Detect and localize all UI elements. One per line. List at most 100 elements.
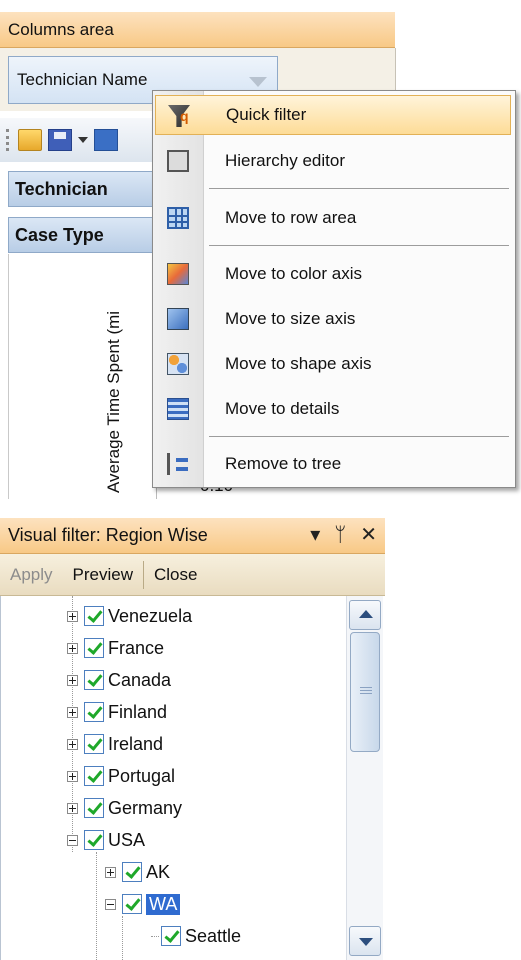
visual-filter-title-bar: Visual filter: Region Wise ▾ ᛘ ✕ xyxy=(0,518,385,554)
node-checkbox[interactable] xyxy=(122,894,142,914)
grip-icon xyxy=(360,687,372,696)
menu-item-move-to-details[interactable]: Move to details xyxy=(155,389,511,429)
chart-toolbar xyxy=(0,118,160,162)
tree-node-france[interactable]: France xyxy=(67,632,164,664)
row-field-label: Case Type xyxy=(15,224,104,245)
expand-icon[interactable] xyxy=(67,706,78,718)
details-icon xyxy=(167,398,189,420)
menu-item-move-to-row-area[interactable]: Move to row area xyxy=(155,198,511,238)
expand-icon[interactable] xyxy=(67,738,78,750)
node-label: France xyxy=(108,637,165,658)
size-axis-icon xyxy=(167,308,189,330)
node-label: Germany xyxy=(108,797,183,818)
expand-icon[interactable] xyxy=(67,610,78,622)
chevron-down-icon[interactable]: ▾ xyxy=(310,524,320,546)
visual-filter-toolbar: Apply Preview Close xyxy=(0,554,385,596)
row-area-icon xyxy=(167,207,189,229)
vertical-scrollbar[interactable] xyxy=(346,596,383,960)
node-label: Portugal xyxy=(108,765,176,786)
tree-connector xyxy=(151,935,159,937)
tree-node-usa[interactable]: USA xyxy=(67,824,145,856)
tree-node-venezuela[interactable]: Venezuela xyxy=(67,600,192,632)
scroll-up-button[interactable] xyxy=(349,600,381,630)
tree-node-wa[interactable]: WA xyxy=(105,888,181,920)
expand-icon[interactable] xyxy=(67,674,78,686)
quick-filter-q-icon: q xyxy=(180,108,189,124)
open-folder-icon[interactable] xyxy=(18,129,42,151)
chevron-down-icon xyxy=(359,938,373,946)
toolbar-grip[interactable] xyxy=(6,129,12,151)
tree-node-canada[interactable]: Canada xyxy=(67,664,171,696)
expand-icon[interactable] xyxy=(67,802,78,814)
node-label: Seattle xyxy=(185,925,242,946)
menu-separator xyxy=(209,436,509,437)
node-checkbox[interactable] xyxy=(122,862,142,882)
node-checkbox[interactable] xyxy=(161,926,181,946)
dropdown-arrow-icon[interactable] xyxy=(249,77,267,87)
tree-node-finland[interactable]: Finland xyxy=(67,696,167,728)
node-checkbox[interactable] xyxy=(84,798,104,818)
node-label: AK xyxy=(146,861,171,882)
node-label: Ireland xyxy=(108,733,164,754)
menu-item-label: Quick filter xyxy=(226,105,307,124)
menu-item-remove-to-tree[interactable]: Remove to tree xyxy=(155,444,511,484)
node-label: Canada xyxy=(108,669,172,690)
node-label: Venezuela xyxy=(108,605,193,626)
visual-filter-title: Visual filter: Region Wise xyxy=(8,525,208,545)
menu-item-label: Remove to tree xyxy=(225,454,342,473)
tree-node-ak[interactable]: AK xyxy=(105,856,170,888)
menu-item-label: Hierarchy editor xyxy=(225,151,345,170)
menu-item-label: Move to details xyxy=(225,399,340,418)
node-checkbox[interactable] xyxy=(84,734,104,754)
menu-separator xyxy=(209,188,509,189)
menu-item-move-to-shape-axis[interactable]: Move to shape axis xyxy=(155,344,511,384)
menu-separator xyxy=(209,245,509,246)
grid-icon[interactable] xyxy=(94,129,118,151)
columns-area-header: Columns area xyxy=(0,12,395,48)
tree-node-portugal[interactable]: Portugal xyxy=(67,760,175,792)
pin-icon[interactable]: ᛘ xyxy=(334,524,346,546)
hierarchy-editor-icon xyxy=(167,150,189,172)
tree-node-ireland[interactable]: Ireland xyxy=(67,728,163,760)
save-icon[interactable] xyxy=(48,129,72,151)
node-checkbox[interactable] xyxy=(84,766,104,786)
row-field-label: Technician xyxy=(15,178,108,199)
tree-icon xyxy=(167,453,189,475)
menu-item-hierarchy-editor[interactable]: Hierarchy editor xyxy=(155,141,511,181)
tree-guide-line xyxy=(96,852,97,960)
chevron-up-icon xyxy=(359,610,373,618)
scroll-down-button[interactable] xyxy=(349,926,381,956)
node-checkbox[interactable] xyxy=(84,670,104,690)
node-label: Finland xyxy=(108,701,168,722)
node-checkbox[interactable] xyxy=(84,702,104,722)
save-dropdown-arrow-icon[interactable] xyxy=(78,137,88,143)
menu-item-quick-filter[interactable]: q Quick filter xyxy=(155,95,511,135)
expand-icon[interactable] xyxy=(105,866,116,878)
menu-item-label: Move to shape axis xyxy=(225,354,372,373)
expand-icon[interactable] xyxy=(67,770,78,782)
close-button[interactable]: Close xyxy=(144,554,207,595)
node-checkbox[interactable] xyxy=(84,638,104,658)
menu-item-move-to-size-axis[interactable]: Move to size axis xyxy=(155,299,511,339)
y-axis-label: Average Time Spent (mi xyxy=(104,310,123,493)
menu-item-label: Move to row area xyxy=(225,208,357,227)
menu-item-label: Move to size axis xyxy=(225,309,356,328)
node-checkbox[interactable] xyxy=(84,606,104,626)
tree-node-germany[interactable]: Germany xyxy=(67,792,182,824)
field-label: Technician Name xyxy=(17,70,148,89)
node-checkbox[interactable] xyxy=(84,830,104,850)
preview-button[interactable]: Preview xyxy=(63,554,143,595)
color-axis-icon xyxy=(167,263,189,285)
expand-icon[interactable] xyxy=(67,642,78,654)
node-label: WA xyxy=(146,893,181,915)
tree-node-seattle[interactable]: Seattle xyxy=(151,920,241,952)
title-controls: ▾ ᛘ ✕ xyxy=(310,524,377,546)
row-field-technician[interactable]: Technician xyxy=(8,171,156,207)
collapse-icon[interactable] xyxy=(67,834,78,846)
close-icon[interactable]: ✕ xyxy=(360,524,377,546)
columns-area-title: Columns area xyxy=(8,19,114,39)
apply-button[interactable]: Apply xyxy=(0,554,63,595)
collapse-icon[interactable] xyxy=(105,898,116,910)
scroll-thumb[interactable] xyxy=(350,632,380,752)
menu-item-move-to-color-axis[interactable]: Move to color axis xyxy=(155,254,511,294)
